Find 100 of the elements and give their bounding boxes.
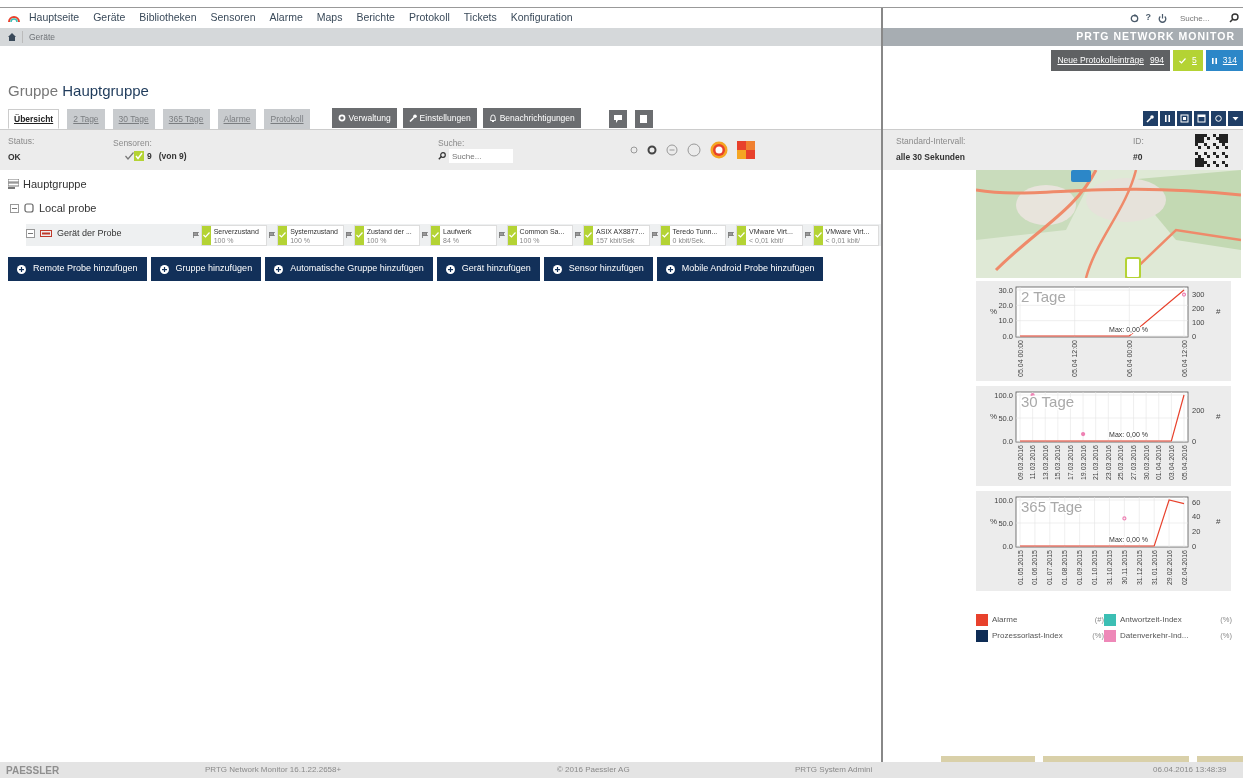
field-label: Status: (8, 135, 36, 149)
flag-icon[interactable] (575, 232, 582, 238)
axis-title: # (1216, 307, 1221, 316)
plus-circle-icon (445, 264, 455, 274)
power-icon[interactable] (1158, 13, 1167, 23)
check-icon (738, 232, 746, 238)
device-icon (40, 230, 52, 238)
collapse-icon[interactable] (26, 229, 35, 239)
datetime-text: 06.04.2016 13:48:39 (1153, 764, 1228, 776)
check-icon (585, 232, 593, 238)
notification-badge[interactable]: Neue Protokolleinträge 994 (1051, 50, 1171, 71)
nav-link[interactable]: Geräte (93, 10, 126, 26)
probe-icon (24, 203, 34, 213)
id-value: #0 (1133, 152, 1143, 163)
action-button[interactable]: Einstellungen (402, 108, 477, 128)
add-button[interactable]: Mobile Android Probe hinzufügen (656, 257, 824, 281)
user-name: PRTG System Admini (795, 764, 874, 776)
flag-icon[interactable] (804, 232, 811, 238)
plus-circle-icon (274, 264, 284, 274)
add-button[interactable]: Automatische Gruppe hinzufügen (265, 257, 433, 281)
add-button[interactable]: Remote Probe hinzufügen (8, 257, 147, 281)
axis-title: % (990, 307, 998, 316)
axis-title: % (990, 412, 998, 421)
help-button[interactable]: ? (1145, 11, 1151, 25)
field-label: Sensoren: (113, 137, 153, 150)
caret-icon (1231, 114, 1240, 123)
add-button[interactable]: Gerät hinzufügen (436, 257, 540, 281)
check-icon (1179, 57, 1187, 64)
toolbar-button[interactable] (1211, 111, 1226, 126)
field-label: ID: (1133, 135, 1145, 149)
toolbar-button[interactable] (1160, 111, 1175, 126)
ok-status-icon (134, 151, 144, 162)
nav-link[interactable]: Sensoren (210, 10, 256, 26)
nav-link[interactable]: Bibliotheken (139, 10, 197, 26)
plus-circle-icon (159, 264, 169, 274)
search-icon[interactable] (1229, 13, 1239, 23)
nav-link[interactable]: Berichte (356, 10, 395, 26)
sensor-count: 9 (147, 150, 152, 163)
action-button[interactable]: Verwaltung (331, 108, 397, 128)
comment-button[interactable] (608, 110, 627, 128)
chart-title: 2 Tage (1021, 288, 1066, 305)
flag-icon[interactable] (192, 232, 199, 238)
check-icon (508, 232, 516, 238)
nav-link[interactable]: Protokoll (408, 10, 450, 26)
action-button[interactable]: Benachrichtigungen (482, 108, 581, 128)
logo-icon (8, 13, 20, 23)
small-circle-icon[interactable] (630, 146, 638, 154)
check-icon (125, 152, 134, 161)
flag-icon[interactable] (498, 232, 505, 238)
check-icon (432, 232, 440, 238)
axis-title: # (1216, 412, 1221, 421)
toolbar-button[interactable] (1228, 111, 1243, 126)
device-name[interactable]: Gerät der Probe (57, 227, 122, 241)
nav-link[interactable]: Alarme (269, 10, 303, 26)
tab[interactable]: Übersicht (8, 109, 60, 129)
flag-icon[interactable] (422, 232, 429, 238)
wrench-icon (408, 114, 417, 122)
group-icon (8, 179, 19, 189)
legend-label: Alarme (992, 614, 1019, 626)
check-icon (279, 232, 287, 238)
search-icon[interactable] (438, 152, 446, 161)
check-icon (355, 232, 363, 238)
nav-link[interactable]: Hauptseite (29, 10, 80, 26)
sensor-total: (von 9) (158, 150, 187, 163)
flag-icon[interactable] (345, 232, 352, 238)
group-name[interactable]: Hauptgruppe (23, 175, 87, 193)
copyright-text: © 2016 Paessler AG (557, 764, 631, 776)
nav-link[interactable]: Tickets (463, 10, 497, 26)
flag-icon[interactable] (269, 232, 276, 238)
nav-link[interactable]: Maps (316, 10, 343, 26)
field-label: Standard-Intervall: (896, 135, 967, 149)
probe-name[interactable]: Local probe (39, 199, 97, 217)
flag-icon[interactable] (728, 232, 735, 238)
notification-badge[interactable]: 314 (1205, 50, 1243, 71)
target-icon[interactable] (710, 141, 728, 159)
document-icon (640, 115, 648, 123)
brand-name: PRTG NETWORK MONITOR (1076, 29, 1235, 45)
footer-logo: PAESSLER (5, 763, 61, 778)
nav-link[interactable]: Konfiguration (510, 10, 573, 26)
legend-label: Antwortzeit-Index (1120, 614, 1183, 626)
flag-icon[interactable] (651, 232, 658, 238)
window-icon (1180, 114, 1189, 123)
add-button[interactable]: Sensor hinzufügen (543, 257, 653, 281)
axis-title: % (990, 517, 998, 526)
search-field[interactable]: Suche... (449, 149, 513, 164)
add-button[interactable]: Gruppe hinzufügen (150, 257, 262, 281)
status-value: OK (8, 152, 21, 163)
ring-icon[interactable] (647, 145, 657, 155)
chart-title: 30 Tage (1021, 393, 1075, 410)
plus-circle-icon (665, 264, 675, 274)
breadcrumb-link[interactable]: Geräte (22, 30, 55, 44)
page-title: Gruppe Hauptgruppe (8, 82, 149, 99)
toolbar-button[interactable] (1143, 111, 1158, 126)
collapse-icon[interactable] (10, 203, 19, 213)
toolbar-button[interactable] (1177, 111, 1192, 126)
speech-bubble-icon (613, 115, 622, 123)
toolbar-button[interactable] (1194, 111, 1209, 126)
interval-value: alle 30 Sekunden (896, 152, 965, 163)
home-icon[interactable] (8, 33, 16, 41)
document-button[interactable] (634, 110, 653, 128)
